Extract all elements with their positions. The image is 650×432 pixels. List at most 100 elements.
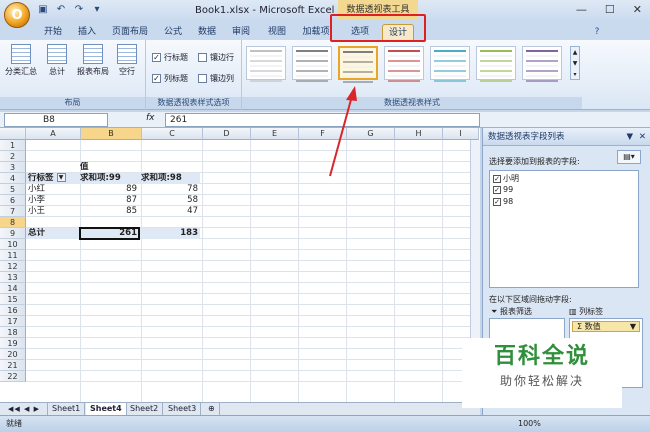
tab-review[interactable]: 审阅 xyxy=(226,24,256,40)
tab-insert[interactable]: 插入 xyxy=(72,24,102,40)
column-header-b[interactable]: B xyxy=(81,128,142,140)
close-icon[interactable]: ✕ xyxy=(633,3,642,16)
filter-dropdown-icon[interactable]: ▼ xyxy=(56,173,66,182)
row-header-6[interactable]: 6 xyxy=(0,195,26,206)
tab-data[interactable]: 数据 xyxy=(192,24,222,40)
style-stripe xyxy=(343,61,373,63)
grid-line xyxy=(26,337,480,338)
select-all-corner[interactable] xyxy=(0,128,26,140)
banded-columns-checkbox[interactable]: 镶边列 xyxy=(198,73,234,84)
tab-addins[interactable]: 加载项 xyxy=(298,24,334,40)
style-stripe xyxy=(480,50,512,52)
row-header-19[interactable]: 19 xyxy=(0,338,26,349)
column-header-h[interactable]: H xyxy=(395,128,443,140)
subtotals-button[interactable]: 分类汇总 xyxy=(4,44,38,77)
worksheet-grid[interactable]: ABCDEFGHI 1 2 3 4 5 6 7 8 9 10 11 12 13 14 15 16 17 18 19 2… xyxy=(0,128,480,402)
row-header-1[interactable]: 1 xyxy=(0,140,26,151)
style-stripe xyxy=(250,55,282,57)
row-header-4[interactable]: 4 xyxy=(0,173,26,184)
blank-rows-button[interactable]: 空行 xyxy=(110,44,144,77)
tab-page-layout[interactable]: 页面布局 xyxy=(106,24,154,40)
ribbon-tabs: 开始 插入 页面布局 公式 数据 审阅 视图 加载项 选项 设计 ? xyxy=(0,22,650,40)
column-header-g[interactable]: G xyxy=(347,128,395,140)
row-header-2[interactable]: 2 xyxy=(0,151,26,162)
customize-icon[interactable]: ▾ xyxy=(90,4,104,15)
row-header-17[interactable]: 17 xyxy=(0,316,26,327)
style-options-label: 数据透视表样式选项 xyxy=(146,97,241,109)
pivot-style-thumbnail[interactable] xyxy=(384,46,424,82)
row-header-12[interactable]: 12 xyxy=(0,261,26,272)
row-header-9[interactable]: 9 xyxy=(0,228,26,239)
style-stripe xyxy=(388,65,420,67)
values-field-chip[interactable]: Σ 数值 ▼ xyxy=(572,321,640,332)
grand-totals-button[interactable]: 总计 xyxy=(40,44,74,77)
help-icon[interactable]: ? xyxy=(590,24,604,40)
style-stripe xyxy=(250,80,282,82)
fx-icon[interactable]: fx xyxy=(146,113,155,123)
sheet-tab[interactable]: Sheet3 xyxy=(164,403,202,415)
row-header-14[interactable]: 14 xyxy=(0,283,26,294)
name-box[interactable]: B8 xyxy=(4,113,108,127)
row-label-header[interactable]: 行标签 ▼ xyxy=(28,173,80,184)
tab-scroll-arrows[interactable]: ◀◀ ◀ ▶ ▶▶ xyxy=(4,403,48,425)
row-header-8[interactable]: 8 xyxy=(0,217,26,228)
style-stripe xyxy=(250,50,282,52)
row-header-16[interactable]: 16 xyxy=(0,305,26,316)
status-ready: 就绪 xyxy=(6,419,22,428)
tab-formulas[interactable]: 公式 xyxy=(158,24,188,40)
column-header-e[interactable]: E xyxy=(251,128,299,140)
layout-options-icon[interactable]: ▤▾ xyxy=(617,150,641,164)
pivot-style-thumbnail[interactable] xyxy=(522,46,562,82)
active-cell-b8[interactable] xyxy=(79,227,140,240)
pivot-style-thumbnail[interactable] xyxy=(292,46,332,82)
sheet-tab[interactable]: Sheet2 xyxy=(126,403,164,415)
row-header-10[interactable]: 10 xyxy=(0,239,26,250)
redo-icon[interactable]: ↷ xyxy=(72,4,86,15)
style-stripe xyxy=(296,60,328,62)
tab-view[interactable]: 视图 xyxy=(262,24,292,40)
chip-dropdown-icon[interactable]: ▼ xyxy=(630,322,636,331)
office-button[interactable]: O xyxy=(4,2,30,28)
insert-sheet-icon[interactable]: ⊕ xyxy=(204,403,220,415)
sheet-tab[interactable]: Sheet1 xyxy=(48,403,86,415)
row-header-3[interactable]: 3 xyxy=(0,162,26,173)
field-item-98[interactable]: ✓ 98 xyxy=(493,197,513,206)
report-layout-button[interactable]: 报表布局 xyxy=(76,44,110,77)
row-headers-checkbox[interactable]: ✓ 行标题 xyxy=(152,52,188,63)
pivot-style-thumbnail[interactable] xyxy=(338,46,378,83)
gallery-scroll[interactable]: ▲ ▼ ▾ xyxy=(570,46,580,80)
minimize-icon[interactable]: — xyxy=(576,3,587,16)
pivot-style-thumbnail[interactable] xyxy=(476,46,516,82)
row-header-21[interactable]: 21 xyxy=(0,360,26,371)
formula-input[interactable]: 261 xyxy=(165,113,480,127)
banded-rows-checkbox[interactable]: 镶边行 xyxy=(198,52,234,63)
tab-home[interactable]: 开始 xyxy=(36,24,70,40)
column-header-d[interactable]: D xyxy=(203,128,251,140)
pivot-style-thumbnail[interactable] xyxy=(246,46,286,82)
row-header-7[interactable]: 7 xyxy=(0,206,26,217)
panel-close-icon[interactable]: ✕ xyxy=(639,128,646,146)
undo-icon[interactable]: ↶ xyxy=(54,4,68,15)
sheet-tab-active[interactable]: Sheet4 xyxy=(86,403,127,415)
panel-menu-icon[interactable]: ▼ xyxy=(626,128,633,146)
sum-99-header: 求和项:99 xyxy=(80,173,121,183)
column-header-f[interactable]: F xyxy=(299,128,347,140)
row-header-15[interactable]: 15 xyxy=(0,294,26,305)
column-header-c[interactable]: C xyxy=(142,128,203,140)
pivot-style-thumbnail[interactable] xyxy=(430,46,470,82)
field-item-99[interactable]: ✓ 99 xyxy=(493,185,513,194)
column-header-i[interactable]: I xyxy=(443,128,479,140)
row-header-5[interactable]: 5 xyxy=(0,184,26,195)
maximize-icon[interactable]: ☐ xyxy=(605,3,615,16)
field-item-xiaoming[interactable]: ✓ 小明 xyxy=(493,173,519,184)
row-header-18[interactable]: 18 xyxy=(0,327,26,338)
row-header-11[interactable]: 11 xyxy=(0,250,26,261)
row-header-22[interactable]: 22 xyxy=(0,371,26,382)
style-stripe xyxy=(343,71,373,73)
style-stripe xyxy=(343,51,373,53)
row-header-13[interactable]: 13 xyxy=(0,272,26,283)
column-headers-checkbox[interactable]: ✓ 列标题 xyxy=(152,73,188,84)
column-header-a[interactable]: A xyxy=(26,128,81,140)
save-icon[interactable]: ▣ xyxy=(36,4,50,15)
row-header-20[interactable]: 20 xyxy=(0,349,26,360)
